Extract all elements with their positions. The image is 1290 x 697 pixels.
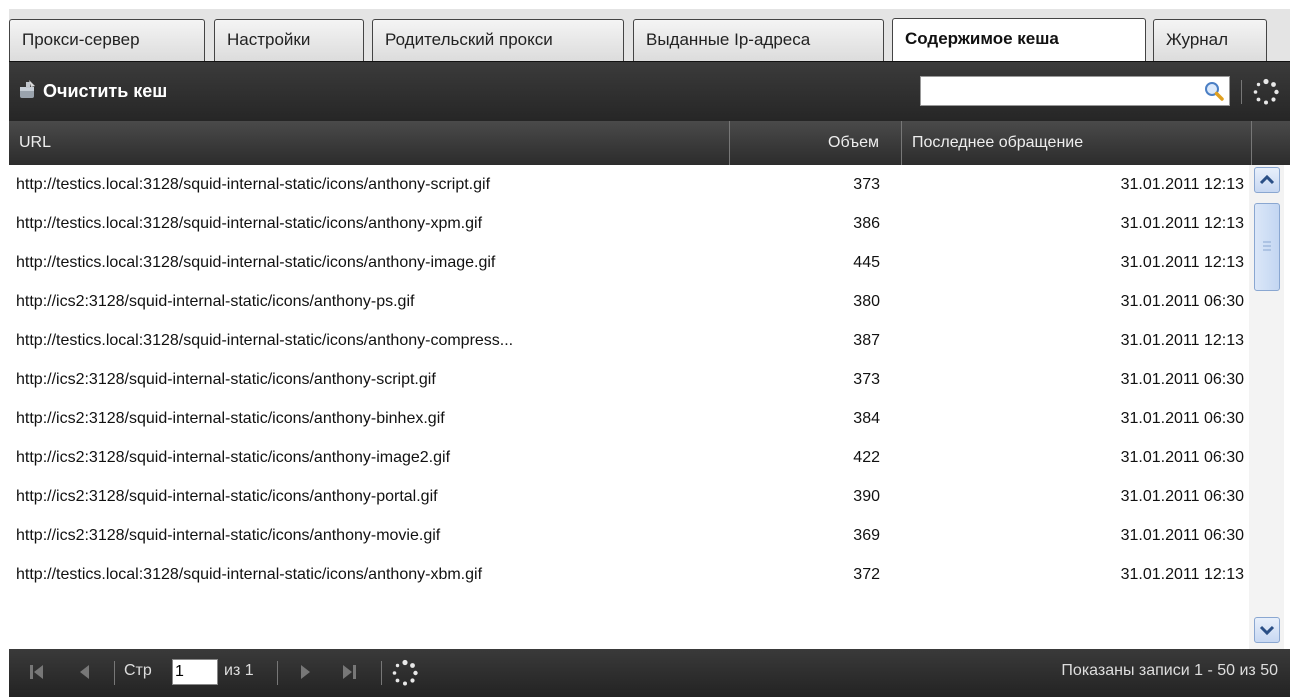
tab-strip: Прокси-сервер Настройки Родительский про… — [9, 9, 1290, 62]
column-header-url[interactable]: URL — [9, 121, 730, 165]
refresh-icon[interactable] — [1252, 78, 1280, 111]
tab-cache-content[interactable]: Содержимое кеша — [892, 18, 1146, 62]
refresh-icon[interactable] — [391, 659, 419, 692]
page-label: Стр — [124, 662, 152, 679]
cell-url: http://ics2:3128/squid-internal-static/i… — [16, 449, 451, 466]
table-row[interactable]: http://ics2:3128/squid-internal-static/i… — [9, 360, 1249, 399]
cell-last-access: 31.01.2011 12:13 — [1120, 215, 1244, 232]
cell-url: http://ics2:3128/squid-internal-static/i… — [16, 488, 438, 505]
last-page-icon[interactable] — [339, 661, 359, 688]
column-header-size[interactable]: Объем — [730, 121, 902, 165]
cell-last-access: 31.01.2011 12:13 — [1120, 254, 1244, 271]
pager-separator — [277, 661, 278, 685]
cell-url: http://ics2:3128/squid-internal-static/i… — [16, 527, 441, 544]
cell-last-access: 31.01.2011 06:30 — [1120, 371, 1244, 388]
cell-size: 373 — [853, 371, 880, 388]
grid-header: URL Объем Последнее обращение — [9, 121, 1290, 165]
pager-separator — [381, 661, 382, 685]
cell-size: 373 — [853, 176, 880, 193]
cell-last-access: 31.01.2011 06:30 — [1120, 410, 1244, 427]
cell-url: http://ics2:3128/squid-internal-static/i… — [16, 371, 436, 388]
paging-toolbar: Стр из 1 Показаны записи 1 - 50 из 50 — [9, 649, 1290, 697]
grip-icon — [1263, 241, 1271, 251]
cell-url: http://testics.local:3128/squid-internal… — [16, 254, 496, 271]
tab-proxy-server[interactable]: Прокси-сервер — [9, 19, 205, 61]
cell-size: 387 — [853, 332, 880, 349]
paging-status: Показаны записи 1 - 50 из 50 — [1061, 662, 1278, 679]
cell-size: 390 — [853, 488, 880, 505]
table-row[interactable]: http://ics2:3128/squid-internal-static/i… — [9, 282, 1249, 321]
column-header-last-access[interactable]: Последнее обращение — [902, 121, 1252, 165]
table-row[interactable]: http://testics.local:3128/squid-internal… — [9, 243, 1249, 282]
toolbar-separator — [1241, 80, 1242, 104]
cell-last-access: 31.01.2011 06:30 — [1120, 293, 1244, 310]
scroll-up-button[interactable] — [1254, 167, 1280, 193]
tab-log[interactable]: Журнал — [1153, 19, 1267, 61]
cache-content-panel: Прокси-сервер Настройки Родительский про… — [9, 9, 1290, 697]
pager-separator — [114, 661, 115, 685]
tab-issued-ip[interactable]: Выданные Ip-адреса — [633, 19, 884, 61]
tab-settings[interactable]: Настройки — [214, 19, 364, 61]
cell-last-access: 31.01.2011 06:30 — [1120, 527, 1244, 544]
clear-cache-button[interactable]: Очистить кеш — [17, 76, 167, 106]
next-page-icon[interactable] — [297, 661, 313, 688]
cell-url: http://testics.local:3128/squid-internal… — [16, 332, 514, 349]
broom-icon — [17, 78, 43, 105]
cell-size: 380 — [853, 293, 880, 310]
table-row[interactable]: http://ics2:3128/squid-internal-static/i… — [9, 477, 1249, 516]
cell-last-access: 31.01.2011 12:13 — [1120, 176, 1244, 193]
cell-url: http://testics.local:3128/squid-internal… — [16, 176, 491, 193]
vertical-scrollbar[interactable] — [1249, 165, 1284, 649]
table-row[interactable]: http://testics.local:3128/squid-internal… — [9, 165, 1249, 204]
tab-parent-proxy[interactable]: Родительский прокси — [372, 19, 624, 61]
cell-size: 384 — [853, 410, 880, 427]
cell-url: http://testics.local:3128/squid-internal… — [16, 566, 483, 583]
cell-last-access: 31.01.2011 12:13 — [1120, 332, 1244, 349]
cell-last-access: 31.01.2011 06:30 — [1120, 449, 1244, 466]
cell-size: 372 — [853, 566, 880, 583]
table-row[interactable]: http://ics2:3128/squid-internal-static/i… — [9, 438, 1249, 477]
table-row[interactable]: http://testics.local:3128/squid-internal… — [9, 555, 1249, 594]
chevron-down-icon — [1259, 625, 1275, 636]
cell-size: 369 — [853, 527, 880, 544]
cell-size: 422 — [853, 449, 880, 466]
cell-size: 386 — [853, 215, 880, 232]
cell-last-access: 31.01.2011 12:13 — [1120, 566, 1244, 583]
toolbar: Очистить кеш — [9, 61, 1290, 121]
search-box — [920, 76, 1230, 106]
grid-body: http://testics.local:3128/squid-internal… — [9, 165, 1290, 649]
search-input[interactable] — [921, 77, 1191, 105]
table-row[interactable]: http://testics.local:3128/squid-internal… — [9, 204, 1249, 243]
table-row[interactable]: http://testics.local:3128/squid-internal… — [9, 321, 1249, 360]
scroll-thumb[interactable] — [1254, 203, 1280, 291]
clear-cache-label: Очистить кеш — [43, 80, 168, 101]
chevron-up-icon — [1259, 174, 1275, 185]
table-row[interactable]: http://ics2:3128/squid-internal-static/i… — [9, 399, 1249, 438]
first-page-icon[interactable] — [27, 661, 47, 688]
page-count-label: из 1 — [224, 662, 254, 679]
search-icon[interactable] — [1203, 80, 1225, 107]
table-row[interactable]: http://ics2:3128/squid-internal-static/i… — [9, 516, 1249, 555]
page-number-input[interactable] — [172, 659, 218, 685]
cell-url: http://ics2:3128/squid-internal-static/i… — [16, 293, 415, 310]
cell-url: http://ics2:3128/squid-internal-static/i… — [16, 410, 445, 427]
scroll-down-button[interactable] — [1254, 617, 1280, 643]
cell-size: 445 — [853, 254, 880, 271]
cell-url: http://testics.local:3128/squid-internal… — [16, 215, 483, 232]
cell-last-access: 31.01.2011 06:30 — [1120, 488, 1244, 505]
prev-page-icon[interactable] — [77, 661, 93, 688]
